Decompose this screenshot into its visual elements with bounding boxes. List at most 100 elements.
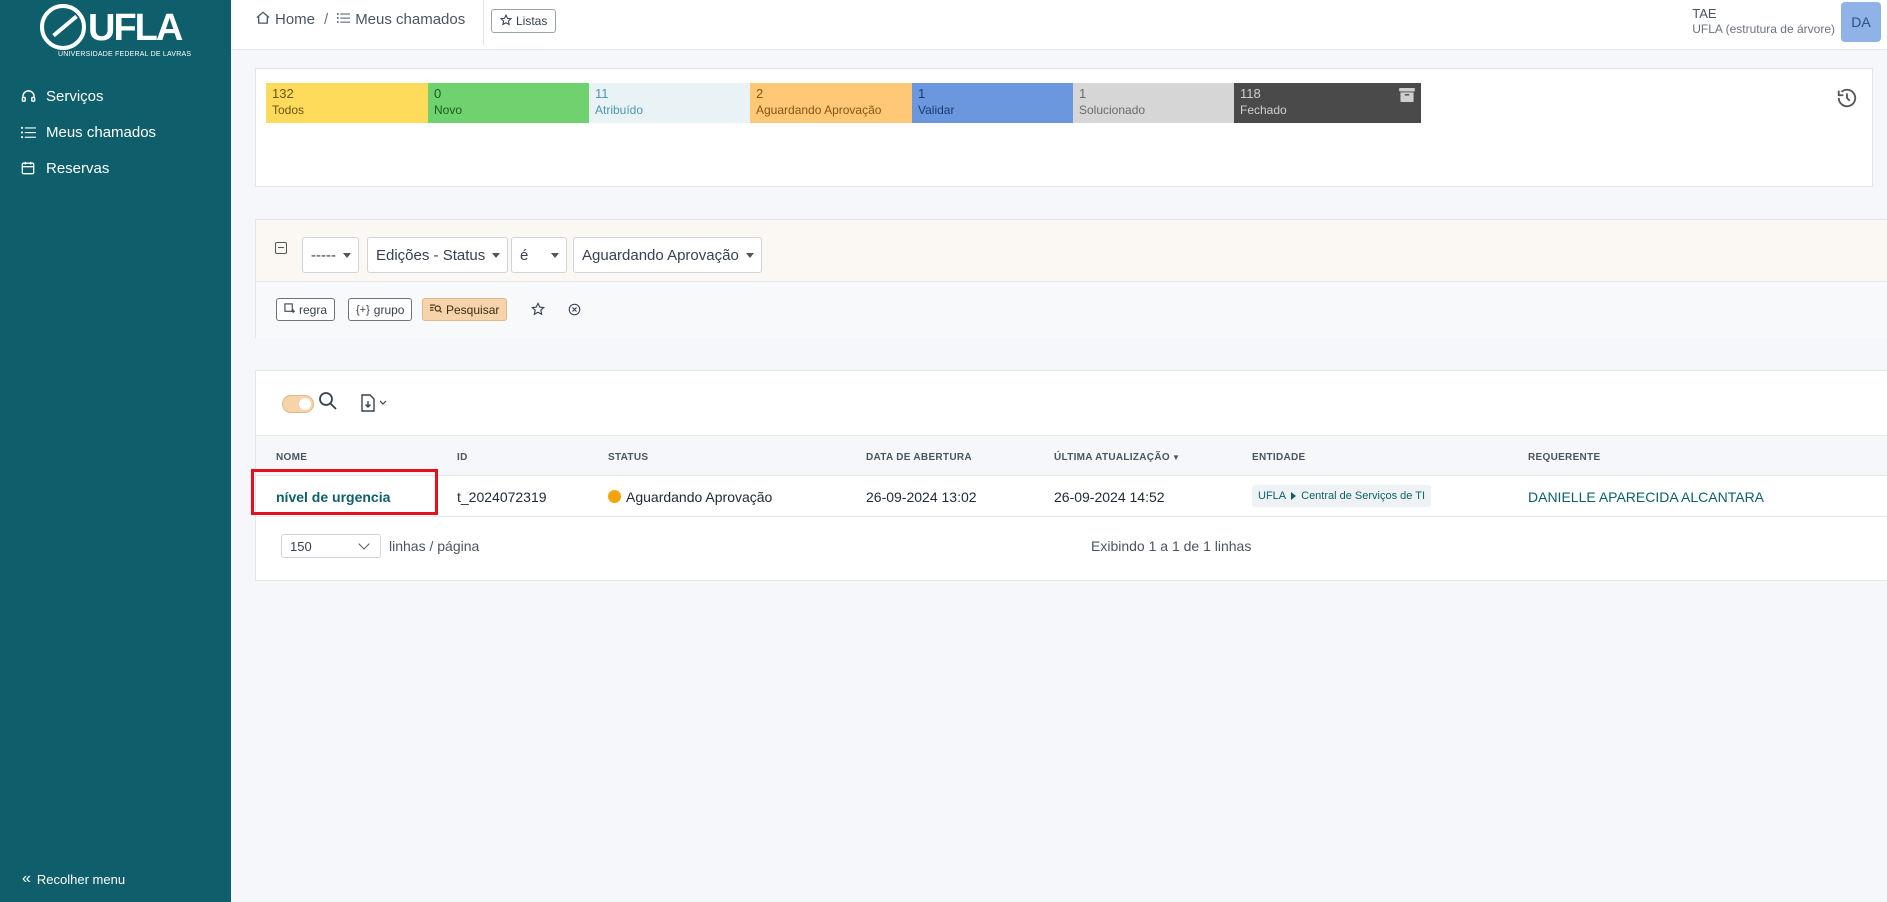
header-divider xyxy=(483,0,484,46)
status-tile-validar[interactable]: 1 Validar xyxy=(912,83,1099,123)
search-icon[interactable] xyxy=(318,391,340,413)
search-list-icon xyxy=(430,303,442,317)
collapse-criteria-icon[interactable] xyxy=(275,242,287,254)
history-icon[interactable] xyxy=(1836,87,1858,109)
add-rule-button[interactable]: regra xyxy=(276,298,336,321)
ticket-name-link[interactable]: nível de urgencia xyxy=(276,489,390,505)
entity-badge[interactable]: UFLA Central de Serviços de TI xyxy=(1252,485,1432,507)
status-tile-atribu-do[interactable]: 11 Atribuído xyxy=(589,83,776,123)
status-tile-todos[interactable]: 132 Todos xyxy=(266,83,453,123)
profile-name: TAE xyxy=(1692,6,1717,21)
breadcrumb: Home / Meus chamados xyxy=(256,11,465,28)
status-tile-label: Fechado xyxy=(1240,103,1287,117)
caret-down-icon xyxy=(745,253,754,258)
sidebar-item-label: Meus chamados xyxy=(46,123,157,141)
sort-desc-icon: ▼ xyxy=(1171,453,1181,462)
breadcrumb-home-label: Home xyxy=(275,11,316,28)
sidebar-item-meus-chamados[interactable]: Meus chamados xyxy=(0,114,231,150)
column-header-nome[interactable]: NOME xyxy=(276,452,307,463)
entity-root: UFLA xyxy=(1258,490,1287,502)
reset-search-icon[interactable] xyxy=(565,300,583,318)
user-profile[interactable]: TAE UFLA (estrutura de árvore) xyxy=(1692,6,1835,36)
add-group-button[interactable]: {+} grupo xyxy=(348,298,413,321)
breadcrumb-home[interactable]: Home xyxy=(256,11,315,28)
chevrons-left-icon: « xyxy=(22,870,31,887)
table-row[interactable]: nível de urgencia t_2024072319 Aguardand… xyxy=(251,469,1887,517)
caret-right-icon xyxy=(1291,492,1297,500)
display-toggle[interactable] xyxy=(282,395,314,413)
add-group-label: grupo xyxy=(373,302,405,317)
status-tile-solucionado[interactable]: 1 Solucionado xyxy=(1073,83,1260,123)
column-header-ultima-atualizacao[interactable]: ÚLTIMA ATUALIZAÇÃO ▼ xyxy=(1054,452,1180,463)
status-tile-count: 132 xyxy=(272,86,294,101)
ticket-updated-date: 26-09-2024 14:52 xyxy=(1054,489,1165,505)
operator-select[interactable]: é xyxy=(511,237,567,273)
caret-down-icon xyxy=(342,253,351,258)
entity-child: Central de Serviços de TI xyxy=(1301,490,1426,502)
link-select[interactable]: ----- xyxy=(302,237,359,273)
collapse-menu-button[interactable]: « Recolher menu xyxy=(22,870,125,888)
list-icon xyxy=(20,124,36,140)
status-tile-label: Validar xyxy=(918,103,955,117)
headset-icon xyxy=(20,88,36,104)
sidebar-item-servicos[interactable]: Serviços xyxy=(0,78,231,114)
avatar[interactable]: DA xyxy=(1841,2,1881,42)
chevron-down-icon xyxy=(379,400,387,405)
ticket-id: t_2024072319 xyxy=(457,489,547,505)
caret-down-icon xyxy=(551,253,559,258)
rows-per-page-value: 150 xyxy=(290,538,312,554)
pagination: 150 linhas / página xyxy=(281,534,479,558)
status-tile-count: 11 xyxy=(595,86,609,101)
caret-down-icon xyxy=(492,253,501,258)
braces-plus-icon: {+} xyxy=(356,303,370,316)
status-tile-count: 1 xyxy=(1079,86,1087,101)
requester-link[interactable]: DANIELLE APARECIDA ALCANTARA xyxy=(1528,489,1764,505)
status-tile-label: Aguardando Aprovação xyxy=(756,103,882,117)
archive-icon xyxy=(1399,88,1415,105)
status-tile-label: Novo xyxy=(434,103,463,117)
breadcrumb-current[interactable]: Meus chamados xyxy=(337,11,465,28)
export-icon[interactable] xyxy=(360,392,392,414)
field-select[interactable]: Edições - Status xyxy=(367,237,509,273)
collapse-menu-label: Recolher menu xyxy=(36,871,126,887)
search-button-label: Pesquisar xyxy=(446,302,500,317)
status-tile-aguardando-aprova-o[interactable]: 2 Aguardando Aprovação xyxy=(750,83,937,123)
column-header-data-abertura[interactable]: DATA DE ABERTURA xyxy=(866,452,972,463)
column-header-entidade[interactable]: ENTIDADE xyxy=(1252,452,1306,463)
star-icon xyxy=(499,13,513,29)
status-tiles-panel: 132 Todos 0 Novo 11 Atribuído 2 Aguardando Apro… xyxy=(255,68,1873,187)
lists-button-label: Listas xyxy=(516,14,548,28)
column-header-requerente[interactable]: REQUERENTE xyxy=(1528,452,1600,463)
link-select-value: ----- xyxy=(311,246,336,264)
status-dot-icon xyxy=(608,490,621,503)
results-count: Exibindo 1 a 1 de 1 linhas xyxy=(1091,538,1252,554)
value-select[interactable]: Aguardando Aprovação xyxy=(573,237,762,273)
logo-text: UFLA xyxy=(88,7,183,49)
save-search-star-icon[interactable] xyxy=(529,300,547,318)
table-header: NOME ID STATUS DATA DE ABERTURA ÚLTIMA A… xyxy=(256,435,1887,476)
add-rule-label: regra xyxy=(299,302,328,317)
sidebar-nav: Serviços Meus chamados Reservas xyxy=(0,78,231,186)
status-tile-label: Atribuído xyxy=(595,103,644,117)
search-button[interactable]: Pesquisar xyxy=(422,298,508,321)
operator-select-value: é xyxy=(520,246,529,264)
top-header: Home / Meus chamados Listas TAE UFLA (es… xyxy=(231,0,1887,50)
rows-per-page-label: linhas / página xyxy=(389,538,480,554)
sidebar-item-reservas[interactable]: Reservas xyxy=(0,150,231,186)
ticket-status-label: Aguardando Aprovação xyxy=(626,489,773,505)
profile-entity: UFLA (estrutura de árvore) xyxy=(1692,22,1835,36)
results-panel: NOME ID STATUS DATA DE ABERTURA ÚLTIMA A… xyxy=(251,370,1887,581)
status-tile-novo[interactable]: 0 Novo xyxy=(428,83,615,123)
status-tile-fechado[interactable]: 118 Fechado xyxy=(1234,83,1421,123)
status-tile-count: 118 xyxy=(1240,86,1261,101)
ufla-logo[interactable]: UFLA UNIVERSIDADE FEDERAL DE LAVRAS xyxy=(40,4,191,62)
column-header-id[interactable]: ID xyxy=(457,452,468,463)
rows-per-page-select[interactable]: 150 xyxy=(281,534,381,558)
sidebar-item-label: Reservas xyxy=(46,159,110,177)
sidebar-item-label: Serviços xyxy=(46,87,104,105)
column-header-status[interactable]: STATUS xyxy=(608,452,648,463)
lists-button[interactable]: Listas xyxy=(491,9,557,33)
status-tile-label: Solucionado xyxy=(1079,103,1146,117)
ticket-opened-date: 26-09-2024 13:02 xyxy=(866,489,977,505)
status-tile-count: 2 xyxy=(756,86,764,101)
